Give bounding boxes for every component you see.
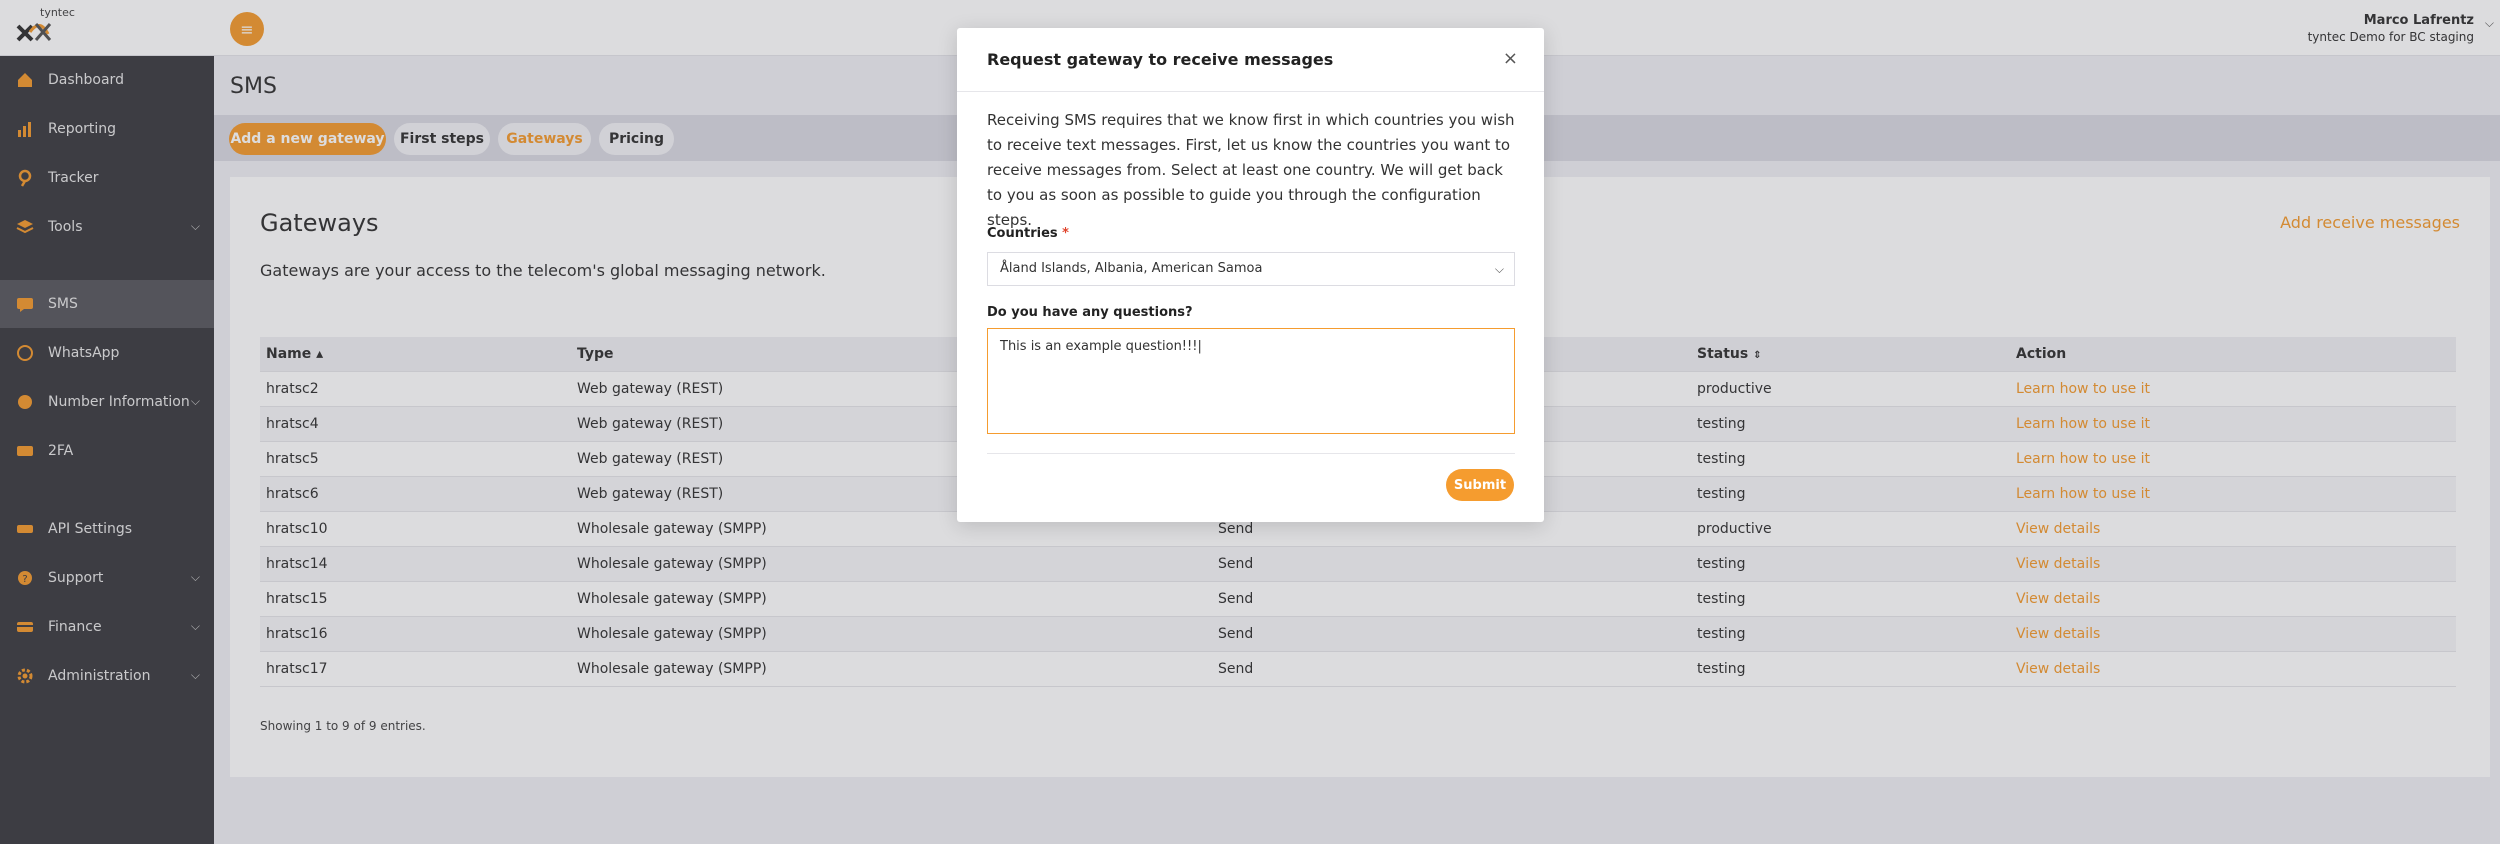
countries-label: Countries * <box>987 226 1069 241</box>
close-icon[interactable]: × <box>1503 48 1518 69</box>
countries-value: Åland Islands, Albania, American Samoa <box>1000 261 1263 276</box>
countries-select[interactable]: Åland Islands, Albania, American Samoa ⌵ <box>987 252 1515 286</box>
required-mark: * <box>1062 226 1069 241</box>
chevron-down-icon: ⌵ <box>1494 262 1504 276</box>
submit-button[interactable]: Submit <box>1446 469 1514 501</box>
request-gateway-modal: Request gateway to receive messages × Re… <box>957 28 1544 522</box>
questions-textarea[interactable]: This is an example question!!!| <box>987 328 1515 434</box>
modal-title: Request gateway to receive messages <box>987 50 1334 69</box>
modal-divider <box>987 453 1515 454</box>
modal-description: Receiving SMS requires that we know firs… <box>987 111 1515 229</box>
modal-header: Request gateway to receive messages × <box>957 28 1544 92</box>
questions-label: Do you have any questions? <box>987 305 1193 320</box>
